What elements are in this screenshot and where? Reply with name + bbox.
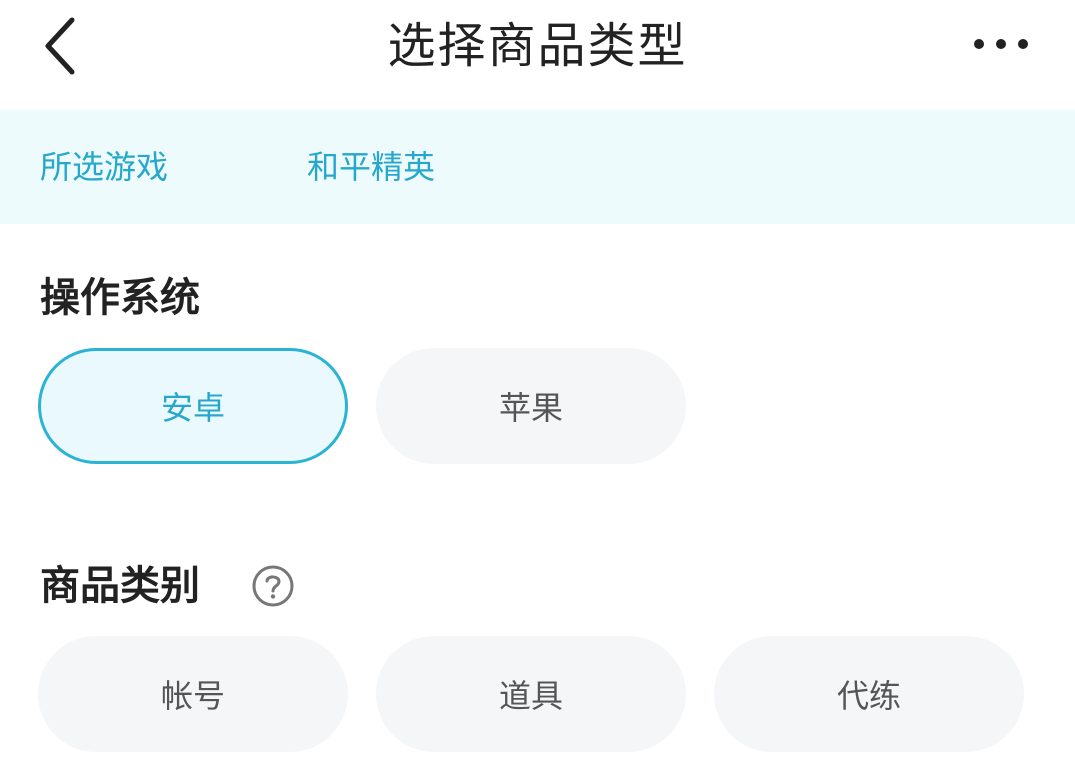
category-option-boosting[interactable]: 代练 bbox=[714, 636, 1024, 752]
os-option-apple-label: 苹果 bbox=[498, 389, 563, 427]
category-section-title: 商品类别 bbox=[40, 563, 200, 609]
question-circle-icon bbox=[252, 565, 294, 607]
os-option-android-label: 安卓 bbox=[160, 389, 225, 427]
category-option-items-label: 道具 bbox=[498, 677, 563, 715]
category-option-account-label: 帐号 bbox=[160, 677, 225, 715]
page: 选择商品类型 所选游戏 和平精英 操作系统 安卓 苹果 商品类别 帐号 道具 代… bbox=[0, 0, 1075, 775]
selected-game-name: 和平精英 bbox=[307, 148, 436, 186]
more-dots-icon bbox=[974, 39, 1028, 49]
os-option-apple[interactable]: 苹果 bbox=[376, 348, 686, 464]
os-section-title: 操作系统 bbox=[40, 275, 200, 321]
page-title: 选择商品类型 bbox=[387, 18, 688, 74]
os-option-android[interactable]: 安卓 bbox=[38, 348, 348, 464]
selected-game-label: 所选游戏 bbox=[40, 148, 169, 186]
top-bar: 选择商品类型 bbox=[0, 0, 1075, 110]
category-option-items[interactable]: 道具 bbox=[376, 636, 686, 752]
more-button[interactable] bbox=[966, 22, 1036, 66]
category-option-boosting-label: 代练 bbox=[836, 677, 901, 715]
category-option-account[interactable]: 帐号 bbox=[38, 636, 348, 752]
help-button[interactable] bbox=[251, 564, 295, 608]
selected-game-banner: 所选游戏 和平精英 bbox=[0, 110, 1075, 224]
